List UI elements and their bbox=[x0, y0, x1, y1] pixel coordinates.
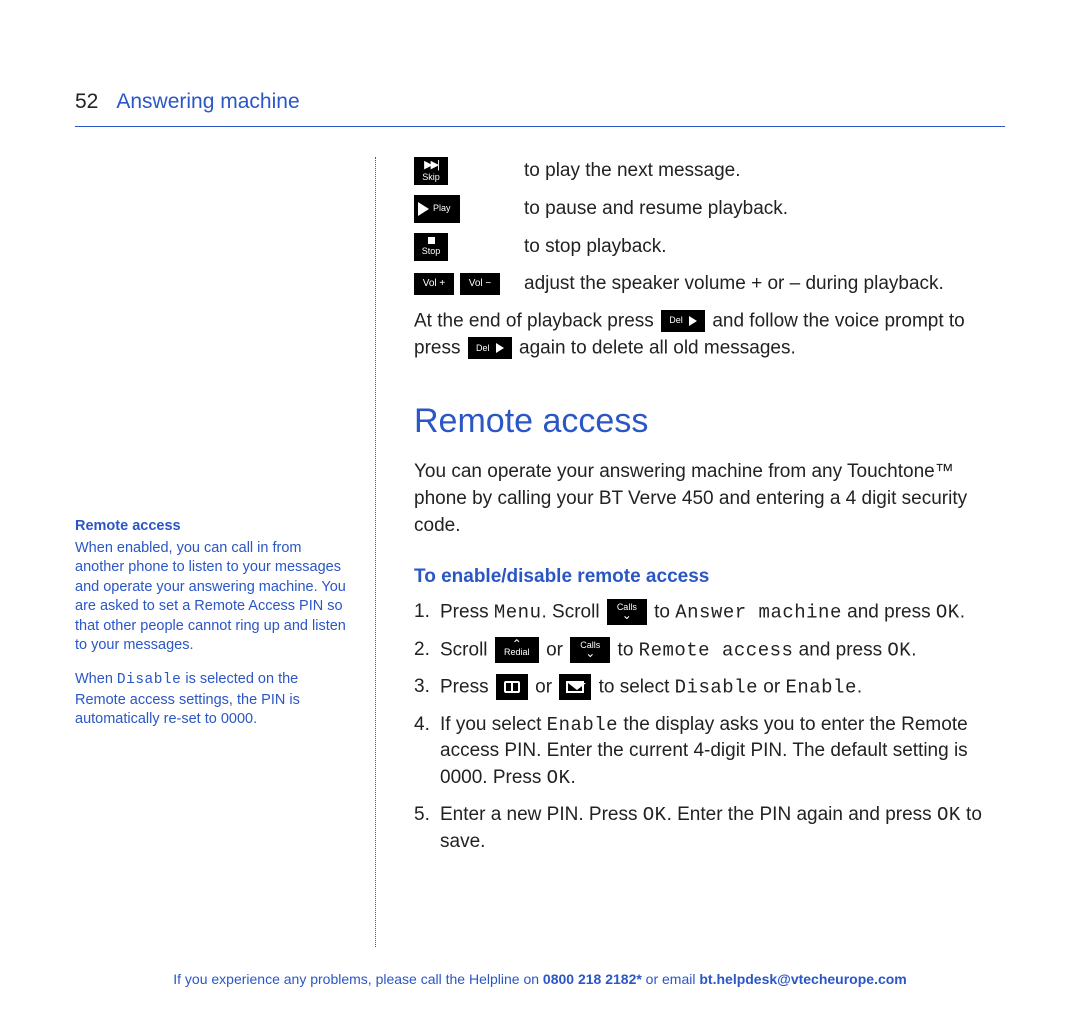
main-content: ▶▶| Skip to play the next message. Play … bbox=[376, 157, 1005, 947]
enable-disable-heading: To enable/disable remote access bbox=[414, 564, 1005, 591]
envelope-icon bbox=[559, 674, 591, 700]
sidebar-heading: Remote access bbox=[75, 517, 353, 537]
vol-up-icon: Vol + bbox=[414, 273, 454, 295]
stop-text: to stop playback. bbox=[524, 234, 667, 261]
content-columns: Remote access When enabled, you can call… bbox=[75, 157, 1005, 947]
end-playback-para: At the end of playback press Del and fol… bbox=[414, 308, 1005, 363]
phonebook-icon bbox=[496, 674, 528, 700]
step-2: Scroll ⌃Redial or Calls⌄ to Remote acces… bbox=[414, 637, 1005, 664]
row-volume: Vol + Vol − adjust the speaker volume + … bbox=[414, 271, 1005, 298]
footer: If you experience any problems, please c… bbox=[0, 971, 1080, 987]
remote-access-heading: Remote access bbox=[414, 397, 1005, 445]
skip-button-icon: ▶▶| Skip bbox=[414, 157, 448, 185]
stop-button-icon: Stop bbox=[414, 233, 448, 261]
calls-down-icon: Calls⌄ bbox=[607, 599, 647, 625]
redial-up-icon: ⌃Redial bbox=[495, 637, 539, 663]
row-play: Play to pause and resume playback. bbox=[414, 195, 1005, 223]
row-stop: Stop to stop playback. bbox=[414, 233, 1005, 261]
remote-intro: You can operate your answering machine f… bbox=[414, 459, 1005, 540]
page-header: 52 Answering machine bbox=[75, 90, 1005, 114]
sidebar-para-2: When Disable is selected on the Remote a… bbox=[75, 670, 353, 730]
step-3: Press or to select Disable or Enable. bbox=[414, 674, 1005, 701]
play-text: to pause and resume playback. bbox=[524, 196, 788, 223]
header-rule bbox=[75, 126, 1005, 127]
del-button-icon: Del bbox=[661, 310, 705, 332]
play-button-icon: Play bbox=[414, 195, 460, 223]
vol-text: adjust the speaker volume + or – during … bbox=[524, 271, 944, 298]
page-number: 52 bbox=[75, 90, 98, 114]
step-4: If you select Enable the display asks yo… bbox=[414, 712, 1005, 793]
skip-text: to play the next message. bbox=[524, 158, 741, 185]
step-1: Press Menu. Scroll Calls⌄ to Answer mach… bbox=[414, 599, 1005, 626]
helpline-email: bt.helpdesk@vtecheurope.com bbox=[699, 971, 906, 987]
step-5: Enter a new PIN. Press OK. Enter the PIN… bbox=[414, 802, 1005, 856]
steps-list: Press Menu. Scroll Calls⌄ to Answer mach… bbox=[414, 599, 1005, 856]
sidebar-para-1: When enabled, you can call in from anoth… bbox=[75, 539, 353, 656]
vol-down-icon: Vol − bbox=[460, 273, 500, 295]
sidebar: Remote access When enabled, you can call… bbox=[75, 157, 375, 947]
del-button-icon: Del bbox=[468, 337, 512, 359]
row-skip: ▶▶| Skip to play the next message. bbox=[414, 157, 1005, 185]
section-title: Answering machine bbox=[116, 90, 299, 114]
calls-down-icon: Calls⌄ bbox=[570, 637, 610, 663]
helpline-phone: 0800 218 2182* bbox=[543, 971, 642, 987]
